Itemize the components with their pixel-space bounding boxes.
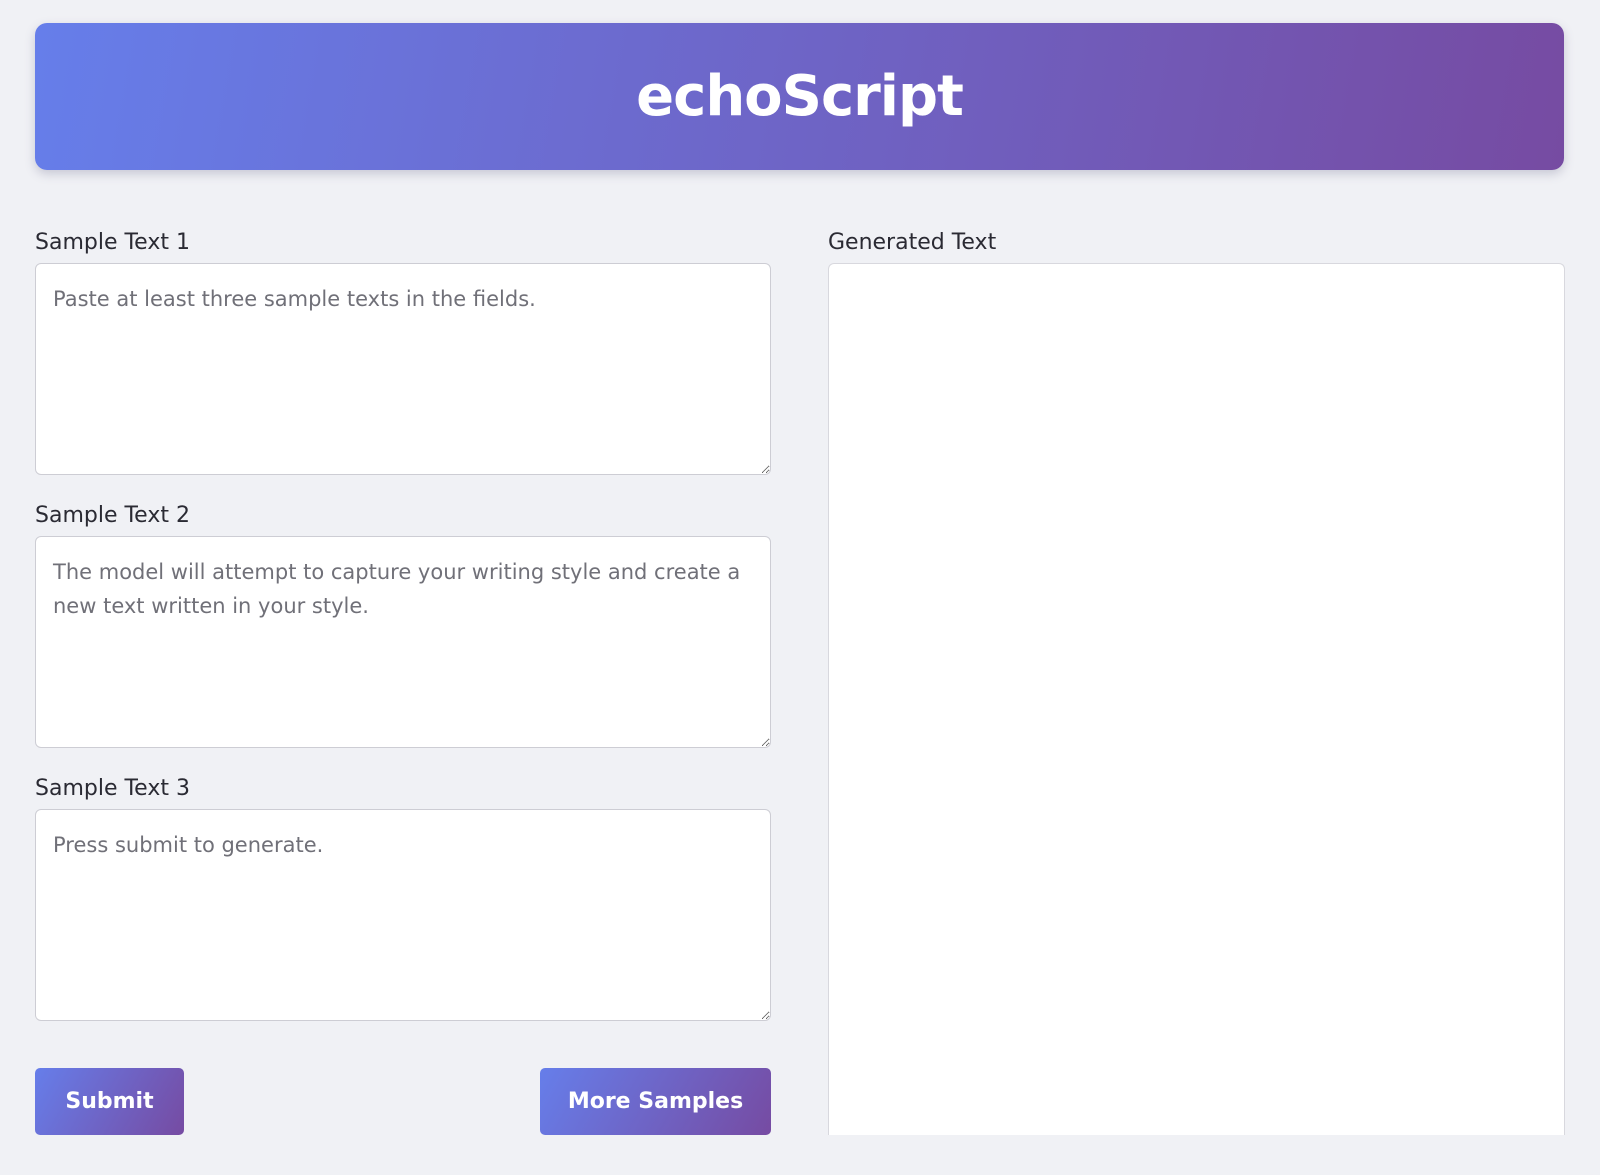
submit-button[interactable]: Submit bbox=[35, 1068, 184, 1135]
app-header: echoScript bbox=[35, 23, 1564, 170]
sample-text-2-label: Sample Text 2 bbox=[35, 503, 190, 528]
sample-text-3-label: Sample Text 3 bbox=[35, 776, 190, 801]
sample-text-1-input[interactable] bbox=[35, 263, 771, 475]
app-title: echoScript bbox=[636, 64, 964, 129]
sample-text-2-input[interactable] bbox=[35, 536, 771, 748]
sample-text-3-input[interactable] bbox=[35, 809, 771, 1021]
generated-text-output[interactable] bbox=[828, 263, 1565, 1135]
more-samples-button[interactable]: More Samples bbox=[540, 1068, 771, 1135]
sample-text-1-label: Sample Text 1 bbox=[35, 230, 190, 255]
generated-text-label: Generated Text bbox=[828, 230, 997, 255]
